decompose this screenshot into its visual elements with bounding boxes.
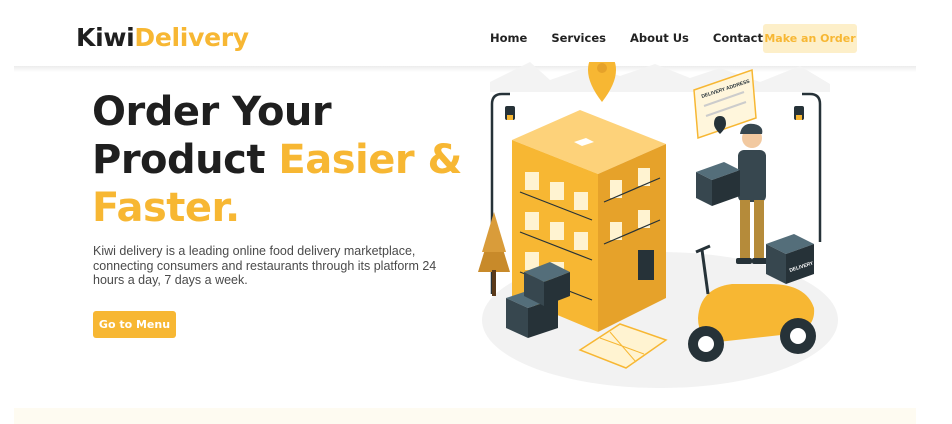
next-section-strip — [14, 408, 916, 424]
courier-person — [736, 123, 768, 264]
hero-title-line1: Order Your — [92, 89, 332, 135]
make-order-button[interactable]: Make an Order — [763, 24, 857, 53]
go-to-menu-button[interactable]: Go to Menu — [93, 311, 176, 338]
hero-description: Kiwi delivery is a leading online food d… — [93, 244, 437, 287]
hero-title-highlight2: Faster. — [92, 185, 240, 231]
hero-title-line2: Product — [92, 137, 279, 183]
navbar: KiwiDelivery Home Services About Us Cont… — [0, 0, 952, 68]
delivery-illustration: DELIVERY ADDRESS DELIVERY — [478, 62, 838, 388]
street-lamp-right — [794, 92, 822, 242]
nav-about-us[interactable]: About Us — [630, 30, 689, 46]
brand-part1: Kiwi — [76, 23, 135, 52]
carried-package — [696, 162, 740, 206]
tree — [478, 212, 510, 296]
brand-part2: Delivery — [134, 23, 249, 52]
nav-home[interactable]: Home — [490, 30, 527, 46]
brand-logo[interactable]: KiwiDelivery — [76, 22, 249, 54]
city-silhouette — [490, 62, 830, 92]
location-pin-icon — [588, 62, 616, 102]
hero-title: Order Your Product Easier & Faster. — [92, 88, 462, 232]
nav-services[interactable]: Services — [551, 30, 606, 46]
nav-links: Home Services About Us Contact Us — [490, 30, 807, 46]
hero-title-highlight1: Easier & — [278, 137, 462, 183]
